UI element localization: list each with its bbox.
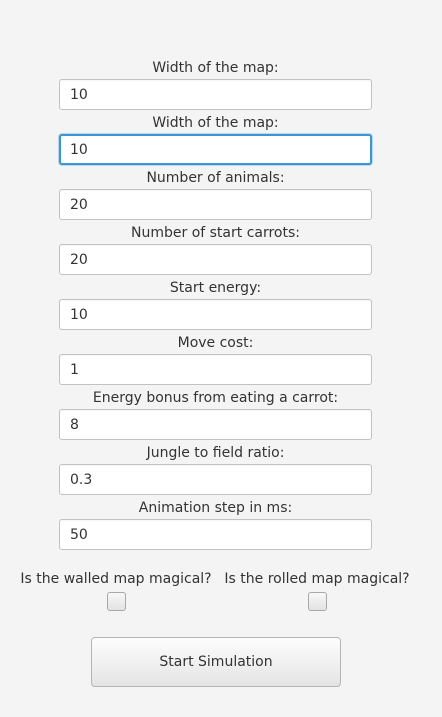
map-width-label: Width of the map: [152,60,279,76]
start-simulation-button[interactable]: Start Simulation [91,637,341,687]
animation-step-label: Animation step in ms: [138,500,293,516]
animation-step-input[interactable] [59,519,372,550]
start-carrots-label: Number of start carrots: [131,225,300,241]
carrot-energy-bonus-input[interactable] [59,409,372,440]
map-width-input[interactable] [59,79,372,110]
simulation-settings-form: Width of the map: Width of the map: Numb… [59,58,372,553]
walled-magical-option: Is the walled map magical? [20,569,212,615]
rolled-magical-label: Is the rolled map magical? [224,571,410,587]
walled-magical-checkbox[interactable] [106,592,126,611]
move-cost-input[interactable] [59,354,372,385]
animals-count-input[interactable] [59,189,372,220]
jungle-ratio-label: Jungle to field ratio: [146,445,285,461]
map-height-label: Width of the map: [152,115,279,131]
animals-count-label: Number of animals: [146,170,285,186]
map-height-input[interactable] [59,134,372,165]
start-energy-input[interactable] [59,299,372,330]
start-carrots-input[interactable] [59,244,372,275]
start-energy-label: Start energy: [169,280,262,296]
jungle-ratio-input[interactable] [59,464,372,495]
walled-magical-label: Is the walled map magical? [20,571,212,587]
rolled-magical-checkbox[interactable] [307,592,327,611]
carrot-energy-bonus-label: Energy bonus from eating a carrot: [92,390,339,406]
rolled-magical-option: Is the rolled map magical? [222,569,412,615]
move-cost-label: Move cost: [177,335,254,351]
